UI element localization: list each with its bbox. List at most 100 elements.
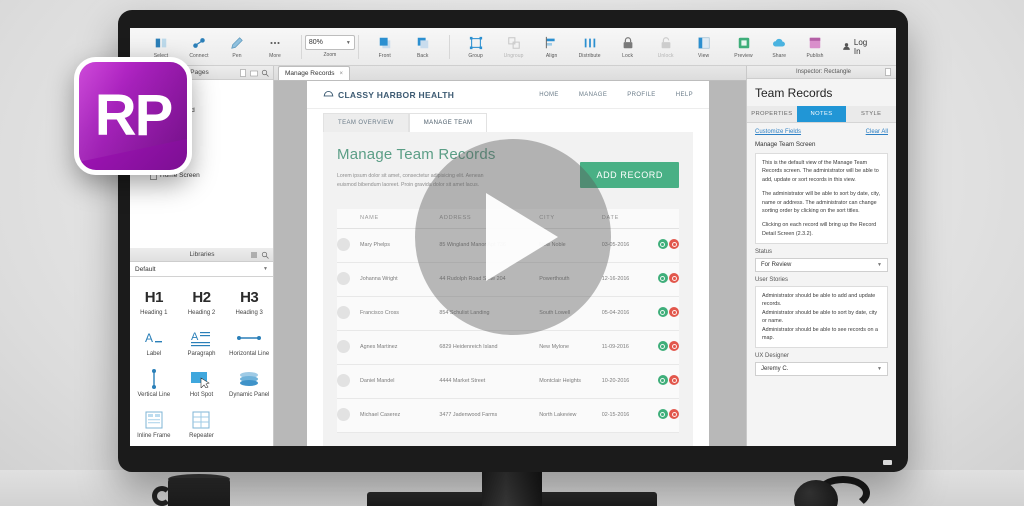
hotspot-icon (190, 368, 212, 390)
toolbar-distribute-button[interactable]: Distribute (572, 30, 608, 64)
zoom-select[interactable]: 80% ▼ (304, 35, 355, 50)
toolbar-connect-button[interactable]: Connect (181, 30, 217, 64)
delete-action-icon[interactable] (669, 273, 679, 284)
widget-vertical-line[interactable]: Vertical Line (130, 362, 178, 403)
widget-label-text: Paragraph (187, 351, 216, 357)
delete-action-icon[interactable] (669, 239, 679, 250)
options-icon[interactable] (250, 251, 258, 259)
toolbar-front-button[interactable]: Front (367, 30, 403, 64)
avatar (337, 271, 350, 285)
delete-action-icon[interactable] (669, 409, 679, 420)
customize-fields-link[interactable]: Customize Fields (755, 129, 801, 135)
add-folder-icon[interactable] (250, 69, 258, 77)
widget-label: Heading 3 (235, 310, 263, 316)
widget-heading1[interactable]: H1 Heading 1 (130, 280, 178, 321)
nav-item-profile[interactable]: PROFILE (627, 92, 655, 98)
library-selector[interactable]: Default ▼ (130, 262, 273, 277)
close-icon[interactable]: × (340, 71, 344, 77)
edit-action-icon[interactable] (657, 273, 668, 284)
row-actions (648, 296, 679, 331)
widget-heading3[interactable]: H3 Heading 3 (225, 280, 273, 321)
tab-properties[interactable]: PROPERTIES (747, 106, 797, 122)
edit-action-icon[interactable] (657, 239, 668, 250)
toolbar-more-label: More (269, 52, 281, 59)
clear-all-link[interactable]: Clear All (866, 129, 888, 135)
widget-inline-frame[interactable]: Inline Frame (130, 403, 178, 444)
zoom-value: 80% (308, 39, 323, 46)
delete-action-icon[interactable] (669, 307, 679, 318)
toolbar-pen-button[interactable]: Pen (219, 30, 255, 64)
widget-dynamic-panel[interactable]: Dynamic Panel (225, 362, 273, 403)
widget-heading2[interactable]: H2 Heading 2 (178, 280, 226, 321)
nav-item-manage[interactable]: MANAGE (579, 92, 607, 98)
status-select[interactable]: For Review ▼ (755, 258, 888, 272)
headphones (786, 476, 870, 506)
toolbar-back-label: Back (416, 52, 429, 59)
tab-style[interactable]: STYLE (846, 106, 896, 122)
edit-action-icon[interactable] (657, 307, 668, 318)
edit-action-icon[interactable] (657, 341, 668, 352)
table-row[interactable]: Agnes Martinez 6829 Heidenreich Island N… (337, 330, 679, 365)
tab-notes[interactable]: NOTES (796, 106, 847, 122)
main-toolbar: Select Connect Pen More 80% ▼ Zoom Front… (130, 28, 896, 66)
widget-paragraph[interactable]: A Paragraph (178, 321, 226, 362)
widget-label: Heading 1 (140, 310, 168, 316)
widget-hot-spot[interactable]: Hot Spot (178, 362, 226, 403)
user-stories-textarea[interactable]: Administrator should be able to add and … (755, 286, 888, 349)
toolbar-ungroup-button[interactable]: Ungroup (496, 30, 532, 64)
tab-manage-team[interactable]: MANAGE TEAM (408, 113, 488, 132)
toolbar-back-button[interactable]: Back (405, 30, 441, 64)
nav-item-home[interactable]: HOME (539, 92, 559, 98)
widget-label[interactable]: A Label (130, 321, 178, 362)
toolbar-preview-button[interactable]: Preview (727, 30, 761, 64)
search-icon[interactable] (261, 69, 269, 77)
widget-repeater[interactable]: Repeater (178, 403, 226, 444)
libraries-widget-list[interactable]: H1 Heading 1 H2 Heading 2 H3 Heading 3 A… (130, 277, 273, 446)
row-actions (648, 330, 679, 365)
add-page-icon[interactable] (239, 68, 247, 77)
edit-action-icon[interactable] (657, 409, 668, 420)
ux-designer-select[interactable]: Jeremy C. ▼ (755, 362, 888, 377)
toolbar-publish-button[interactable]: Publish (798, 30, 832, 64)
search-icon[interactable] (261, 251, 269, 259)
zoom-control[interactable]: 80% ▼ Zoom (304, 30, 355, 64)
view-icon (697, 35, 711, 51)
toolbar-view-button[interactable]: View (686, 30, 722, 64)
libraries-panel-title: Libraries (189, 251, 215, 258)
coffee-mug: ❤ (168, 478, 230, 506)
cell-city: New Mylone (539, 330, 602, 365)
play-button-icon[interactable] (415, 139, 611, 335)
nav-item-help[interactable]: HELP (676, 92, 693, 98)
widget-label-text: Dynamic Panel (228, 392, 270, 398)
cell-city: North Lakeview (539, 398, 602, 433)
notes-textarea[interactable]: This is the default view of the Manage T… (755, 153, 888, 244)
toolbar-unlock-label: Unlock (657, 52, 674, 59)
preview-icon (737, 35, 751, 51)
table-row[interactable]: Daniel Mandel 4444 Market Street Montcla… (337, 364, 679, 399)
canvas-tab-manage-records[interactable]: Manage Records × (278, 66, 351, 80)
toolbar-lock-label: Lock (622, 52, 634, 59)
edit-action-icon[interactable] (657, 375, 668, 386)
widget-label-text: Label (146, 351, 162, 357)
delete-action-icon[interactable] (669, 375, 679, 386)
login-label: Log In (853, 37, 868, 56)
table-row[interactable]: Michael Caserez 3477 Jadenwood Farms Nor… (337, 398, 679, 433)
delete-action-icon[interactable] (669, 341, 679, 352)
toolbar-more-button[interactable]: More (257, 30, 293, 64)
monitor-screen: Select Connect Pen More 80% ▼ Zoom Front… (130, 28, 896, 446)
widget-label-text: Inline Frame (137, 433, 171, 439)
toolbar-lock-button[interactable]: Lock (610, 30, 646, 64)
toolbar-group-button[interactable]: Group (458, 30, 494, 64)
toolbar-align-button[interactable]: Align (534, 30, 570, 64)
login-button[interactable]: Log In (834, 38, 882, 56)
toolbar-ungroup-label: Ungroup (503, 52, 524, 59)
tab-team-overview[interactable]: TEAM OVERVIEW (323, 113, 409, 132)
toolbar-share-button[interactable]: Share (762, 30, 796, 64)
label-icon: A (144, 327, 164, 349)
widget-horizontal-line[interactable]: Horizontal Line (225, 321, 273, 362)
toolbar-unlock-button[interactable]: Unlock (648, 30, 684, 64)
brand-logo[interactable]: CLASSY HARBOR HEALTH (323, 88, 454, 101)
avatar (337, 237, 350, 251)
note-paragraph: This is the default view of the Manage T… (762, 160, 879, 183)
inspector-doc-icon[interactable] (884, 68, 892, 76)
